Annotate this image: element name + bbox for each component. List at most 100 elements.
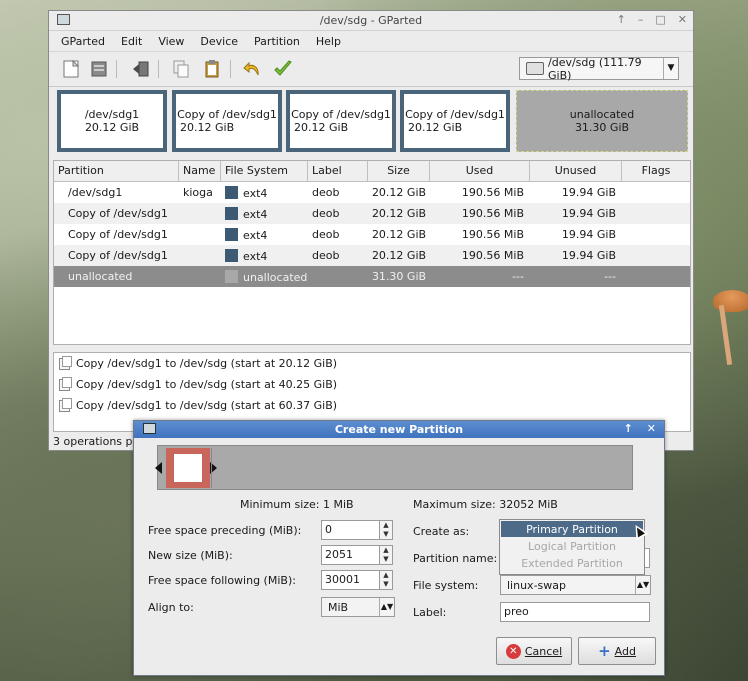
close-button[interactable]: ✕ xyxy=(678,13,687,26)
copy-icon[interactable] xyxy=(171,59,191,79)
partition-resizer[interactable] xyxy=(155,445,633,490)
menu-edit[interactable]: Edit xyxy=(119,34,144,49)
menu-gparted[interactable]: GParted xyxy=(59,34,107,49)
partition-block-size: 20.12 GiB xyxy=(294,121,349,134)
partition-block-name: unallocated xyxy=(569,108,635,121)
list-item[interactable]: Copy /dev/sdg1 to /dev/sdg (start at 60.… xyxy=(54,395,690,416)
window-title: /dev/sdg - GParted xyxy=(319,14,423,27)
maximize-button[interactable]: □ xyxy=(655,13,665,26)
toolbar: /dev/sdg (111.79 GiB) ▼ xyxy=(49,51,693,87)
partition-map: /dev/sdg1 20.12 GiB Copy of /dev/sdg1 20.1… xyxy=(55,90,689,154)
option-extended-partition[interactable]: Extended Partition xyxy=(500,555,644,572)
cell-name: kioga xyxy=(183,186,213,199)
table-row[interactable]: Copy of /dev/sdg1 ext4 deob 20.12 GiB 19… xyxy=(54,203,690,224)
cell-filesystem: ext4 xyxy=(221,227,308,242)
spinner-arrows-icon[interactable]: ▲ ▼ xyxy=(380,520,393,540)
align-to-select[interactable]: MiB ▲▼ xyxy=(321,597,395,617)
column-header-partition[interactable]: Partition xyxy=(54,161,179,181)
toolbar-separator xyxy=(116,60,117,78)
menu-partition[interactable]: Partition xyxy=(252,34,302,49)
menu-view[interactable]: View xyxy=(156,34,186,49)
menu-device[interactable]: Device xyxy=(198,34,240,49)
unallocated-block[interactable]: unallocated 31.30 GiB xyxy=(516,90,688,152)
resize-icon[interactable] xyxy=(131,59,151,79)
operation-text: Copy /dev/sdg1 to /dev/sdg (start at 60.… xyxy=(76,399,338,412)
table-row[interactable]: Copy of /dev/sdg1 ext4 deob 20.12 GiB 19… xyxy=(54,245,690,266)
list-item[interactable]: Copy /dev/sdg1 to /dev/sdg (start at 40.… xyxy=(54,374,690,395)
dialog-title: Create new Partition xyxy=(334,423,464,436)
cell-label: deob xyxy=(312,228,340,241)
operation-text: Copy /dev/sdg1 to /dev/sdg (start at 40.… xyxy=(76,378,338,391)
column-header-filesystem[interactable]: File System xyxy=(221,161,308,181)
add-button[interactable]: + Add xyxy=(578,637,656,665)
delete-icon[interactable] xyxy=(89,59,109,79)
paste-icon[interactable] xyxy=(202,59,222,79)
spinner-arrows-icon[interactable]: ▲ ▼ xyxy=(380,545,393,565)
resize-left-handle-icon[interactable] xyxy=(155,462,162,474)
align-to-label: Align to: xyxy=(148,601,194,614)
free-following-value[interactable]: 30001 xyxy=(321,570,380,590)
cell-unused: --- xyxy=(604,270,616,283)
gparted-window: /dev/sdg - GParted ↑ – □ ✕ GParted Edit … xyxy=(48,10,694,451)
filesystem-text: ext4 xyxy=(243,207,268,221)
new-partition-block[interactable] xyxy=(166,448,210,488)
title-bar: /dev/sdg - GParted ↑ – □ ✕ xyxy=(49,11,693,31)
table-header: Partition Name File System Label Size Us… xyxy=(54,161,690,182)
create-as-label: Create as: xyxy=(413,525,470,538)
filesystem-text: unallocated xyxy=(243,270,308,284)
partition-block-size: 20.12 GiB xyxy=(408,121,463,134)
column-header-unused[interactable]: Unused xyxy=(530,161,622,181)
cancel-button[interactable]: ✕ Cancel xyxy=(496,637,572,665)
column-header-size[interactable]: Size xyxy=(368,161,430,181)
cell-unused: 19.94 GiB xyxy=(561,207,616,220)
partition-block[interactable]: Copy of /dev/sdg1 20.12 GiB xyxy=(172,90,282,152)
create-as-dropdown[interactable]: Primary Partition Logical Partition Exte… xyxy=(499,519,645,575)
mushroom-stem xyxy=(718,304,733,366)
column-header-used[interactable]: Used xyxy=(430,161,530,181)
undo-icon[interactable] xyxy=(243,59,263,79)
dialog-title-bar: Create new Partition ↑ ✕ xyxy=(134,421,664,438)
partition-block[interactable]: Copy of /dev/sdg1 20.12 GiB xyxy=(400,90,510,152)
new-size-value[interactable]: 2051 xyxy=(321,545,380,565)
partition-block-name: Copy of /dev/sdg1 xyxy=(177,108,277,121)
free-following-spinner[interactable]: 30001 ▲ ▼ xyxy=(321,570,393,590)
table-row[interactable]: Copy of /dev/sdg1 ext4 deob 20.12 GiB 19… xyxy=(54,224,690,245)
maximum-size-text: Maximum size: 32052 MiB xyxy=(413,498,558,511)
label-input[interactable]: preo xyxy=(500,602,650,622)
spinner-arrows-icon[interactable]: ▲ ▼ xyxy=(380,570,393,590)
cell-partition: Copy of /dev/sdg1 xyxy=(68,249,168,262)
table-row[interactable]: /dev/sdg1 kioga ext4 deob 20.12 GiB 190.… xyxy=(54,182,690,203)
shade-button[interactable]: ↑ xyxy=(617,13,626,26)
option-primary-partition[interactable]: Primary Partition xyxy=(501,521,643,537)
device-selector[interactable]: /dev/sdg (111.79 GiB) ▼ xyxy=(519,56,679,82)
cell-partition: Copy of /dev/sdg1 xyxy=(68,228,168,241)
new-icon[interactable] xyxy=(61,59,81,79)
toolbar-separator xyxy=(158,60,159,78)
new-size-spinner[interactable]: 2051 ▲ ▼ xyxy=(321,545,393,565)
dialog-close-button[interactable]: ✕ xyxy=(647,422,656,435)
cell-unused: 19.94 GiB xyxy=(561,249,616,262)
menu-help[interactable]: Help xyxy=(314,34,343,49)
column-header-label[interactable]: Label xyxy=(308,161,368,181)
column-header-name[interactable]: Name xyxy=(179,161,221,181)
free-preceding-spinner[interactable]: 0 ▲ ▼ xyxy=(321,520,393,540)
dialog-shade-button[interactable]: ↑ xyxy=(624,422,633,435)
partition-block[interactable]: Copy of /dev/sdg1 20.12 GiB xyxy=(286,90,396,152)
partition-block[interactable]: /dev/sdg1 20.12 GiB xyxy=(57,90,167,152)
filesystem-color-swatch xyxy=(225,206,238,220)
column-header-flags[interactable]: Flags xyxy=(622,161,690,181)
option-logical-partition[interactable]: Logical Partition xyxy=(500,538,644,555)
table-row-selected[interactable]: unallocated unallocated 31.30 GiB --- --… xyxy=(54,266,690,287)
partition-block-size: 20.12 GiB xyxy=(180,121,235,134)
file-system-select[interactable]: linux-swap ▲▼ xyxy=(500,575,651,595)
free-following-label: Free space following (MiB): xyxy=(148,574,296,587)
list-item[interactable]: Copy /dev/sdg1 to /dev/sdg (start at 20.… xyxy=(54,353,690,374)
minimize-button[interactable]: – xyxy=(638,13,644,26)
align-to-value: MiB xyxy=(328,600,349,614)
add-icon: + xyxy=(598,641,611,660)
cell-partition: Copy of /dev/sdg1 xyxy=(68,207,168,220)
apply-icon[interactable] xyxy=(273,59,293,79)
free-preceding-value[interactable]: 0 xyxy=(321,520,380,540)
cell-filesystem: ext4 xyxy=(221,248,308,263)
add-button-label: Add xyxy=(614,644,636,658)
